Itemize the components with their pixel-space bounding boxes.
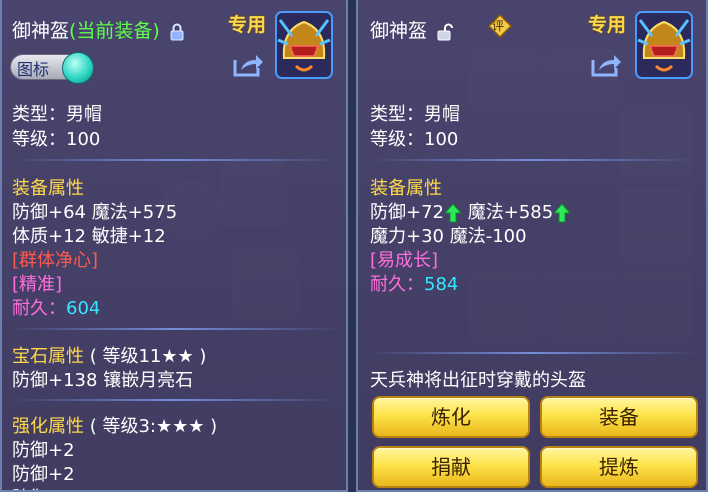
gem-level: ( 等级11★★ ) bbox=[89, 346, 207, 367]
icon-toggle[interactable]: 图标 bbox=[10, 52, 94, 84]
enhance-line-3: 防御+2 bbox=[12, 484, 75, 490]
extract-button[interactable]: 提炼 bbox=[540, 446, 698, 488]
current-equipment-panel: 御神盔(当前装备) 专用 图标 类型：男帽 等级：100 装备属性 防御+64 … bbox=[0, 0, 348, 492]
attr-line-1: 防御+72 魔法+585 bbox=[370, 198, 572, 224]
gem-attr-heading: 宝石属性 ( 等级11★★ ) bbox=[12, 342, 206, 368]
attr-line-1: 防御+64 魔法+575 bbox=[12, 202, 178, 223]
durability-line: 耐久：584 bbox=[370, 270, 458, 296]
equip-attr-title: 装备属性 bbox=[370, 178, 442, 199]
gem-attr-line: 防御+138 镶嵌月亮石 bbox=[12, 370, 194, 391]
special-label: 专用 bbox=[588, 14, 627, 36]
type-line: 类型：男帽 bbox=[12, 104, 102, 125]
item-title: 御神盔 bbox=[370, 16, 454, 43]
special-effect: [精准] bbox=[12, 274, 63, 295]
equip-attr-title: 装备属性 bbox=[12, 178, 84, 199]
equipped-status: (当前装备) bbox=[69, 20, 160, 42]
divider bbox=[368, 159, 698, 161]
divider bbox=[10, 159, 340, 161]
helmet-icon bbox=[635, 11, 693, 79]
helmet-icon bbox=[275, 11, 333, 79]
toggle-knob bbox=[62, 52, 94, 84]
arrow-up-icon bbox=[444, 203, 462, 223]
enhance-level: ( 等级3:★★★ ) bbox=[89, 416, 218, 437]
special-skill: [群体净心] bbox=[12, 250, 99, 271]
divider bbox=[368, 352, 698, 354]
enhance-attr-title: 强化属性 bbox=[12, 416, 84, 437]
divider bbox=[10, 328, 340, 330]
gem-attr-title: 宝石属性 bbox=[12, 346, 84, 367]
lock-icon[interactable] bbox=[170, 23, 184, 41]
item-name: 御神盔 bbox=[12, 20, 70, 42]
item-name: 御神盔 bbox=[370, 20, 428, 42]
enhance-attr-heading: 强化属性 ( 等级3:★★★ ) bbox=[12, 412, 217, 438]
level-line: 等级：100 bbox=[370, 129, 459, 150]
special-effect: [易成长] bbox=[370, 250, 439, 271]
durability-value: 584 bbox=[424, 274, 459, 295]
durability-label: 耐久： bbox=[370, 274, 424, 295]
rate-badge[interactable]: 评 bbox=[487, 13, 513, 39]
compare-equipment-panel: 御神盔 评 专用 类型：男帽 等级：100 装备属性 防御+72 魔法+585 … bbox=[356, 0, 708, 492]
attr-defense: 防御+72 bbox=[370, 202, 444, 223]
arrow-up-icon bbox=[553, 203, 572, 223]
durability-line: 耐久：604 bbox=[12, 294, 100, 320]
donate-button[interactable]: 捐献 bbox=[372, 446, 530, 488]
attr-line-2: 魔力+30 魔法-100 bbox=[370, 226, 527, 247]
enhance-line-2: 防御+2 bbox=[12, 464, 75, 485]
equip-button[interactable]: 装备 bbox=[540, 396, 698, 438]
level-line: 等级：100 bbox=[12, 129, 101, 150]
rate-badge-label: 评 bbox=[492, 19, 505, 33]
icon-toggle-label: 图标 bbox=[17, 60, 50, 79]
share-icon[interactable] bbox=[590, 52, 622, 78]
enhance-line-1: 防御+2 bbox=[12, 440, 75, 461]
refine-button[interactable]: 炼化 bbox=[372, 396, 530, 438]
unlock-icon[interactable] bbox=[437, 23, 454, 41]
divider bbox=[10, 399, 340, 401]
durability-label: 耐久： bbox=[12, 298, 66, 319]
share-icon[interactable] bbox=[232, 52, 264, 78]
attr-line-2: 体质+12 敏捷+12 bbox=[12, 226, 166, 247]
item-title: 御神盔(当前装备) bbox=[12, 16, 184, 43]
durability-value: 604 bbox=[66, 298, 101, 319]
attr-magic: 魔法+585 bbox=[467, 202, 554, 223]
special-label: 专用 bbox=[228, 14, 267, 36]
item-description: 天兵神将出征时穿戴的头盔 bbox=[370, 370, 586, 391]
type-line: 类型：男帽 bbox=[370, 104, 460, 125]
